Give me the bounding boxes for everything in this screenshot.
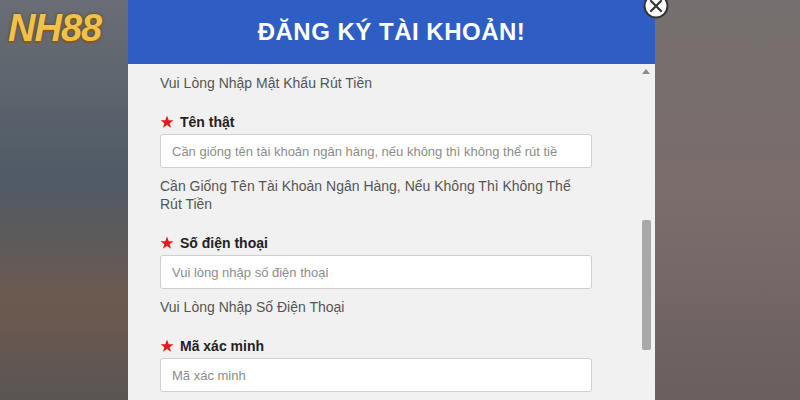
register-form: Vui Lòng Nhập Mật Khẩu Rút Tiền Tên thật C… xyxy=(128,64,639,400)
field-label-text: Mã xác minh xyxy=(180,337,264,355)
promo-banner-left: NH88 xyxy=(0,0,128,400)
required-star-icon xyxy=(160,115,174,129)
scrollbar[interactable] xyxy=(639,64,653,400)
required-star-icon xyxy=(160,339,174,353)
scroll-up-arrow-icon[interactable] xyxy=(642,69,650,74)
dialog-body: Vui Lòng Nhập Mật Khẩu Rút Tiền Tên thật C… xyxy=(128,64,655,400)
register-dialog: ĐĂNG KÝ TÀI KHOẢN!Vui Lòng Nhập Mật Khẩu… xyxy=(128,0,655,400)
field-label-text: Tên thật xyxy=(180,113,234,131)
field-hint: Vui Lòng Nhập Số Điện Thoại xyxy=(160,298,592,316)
text-field[interactable] xyxy=(160,134,592,168)
field-hint: Cần Giống Tên Tài Khoản Ngân Hàng, Nếu K… xyxy=(160,177,592,213)
required-star-icon xyxy=(160,236,174,250)
password-hint: Vui Lòng Nhập Mật Khẩu Rút Tiền xyxy=(160,74,592,92)
text-field[interactable] xyxy=(160,255,592,289)
site-logo[interactable]: NH88 xyxy=(8,6,101,50)
scroll-thumb[interactable] xyxy=(642,220,651,350)
close-icon[interactable] xyxy=(643,0,669,19)
page: NH88ĐĂNG KÝ TÀI KHOẢN!Vui Lòng Nhập Mật … xyxy=(0,0,800,400)
field-label-text: Số điện thoại xyxy=(180,234,268,252)
field-label: Số điện thoại xyxy=(160,234,592,252)
field-label: Mã xác minh xyxy=(160,337,592,355)
dialog-title: ĐĂNG KÝ TÀI KHOẢN! xyxy=(128,0,655,64)
promo-banner-right xyxy=(655,0,800,400)
text-field[interactable] xyxy=(160,358,592,392)
field-label: Tên thật xyxy=(160,113,592,131)
